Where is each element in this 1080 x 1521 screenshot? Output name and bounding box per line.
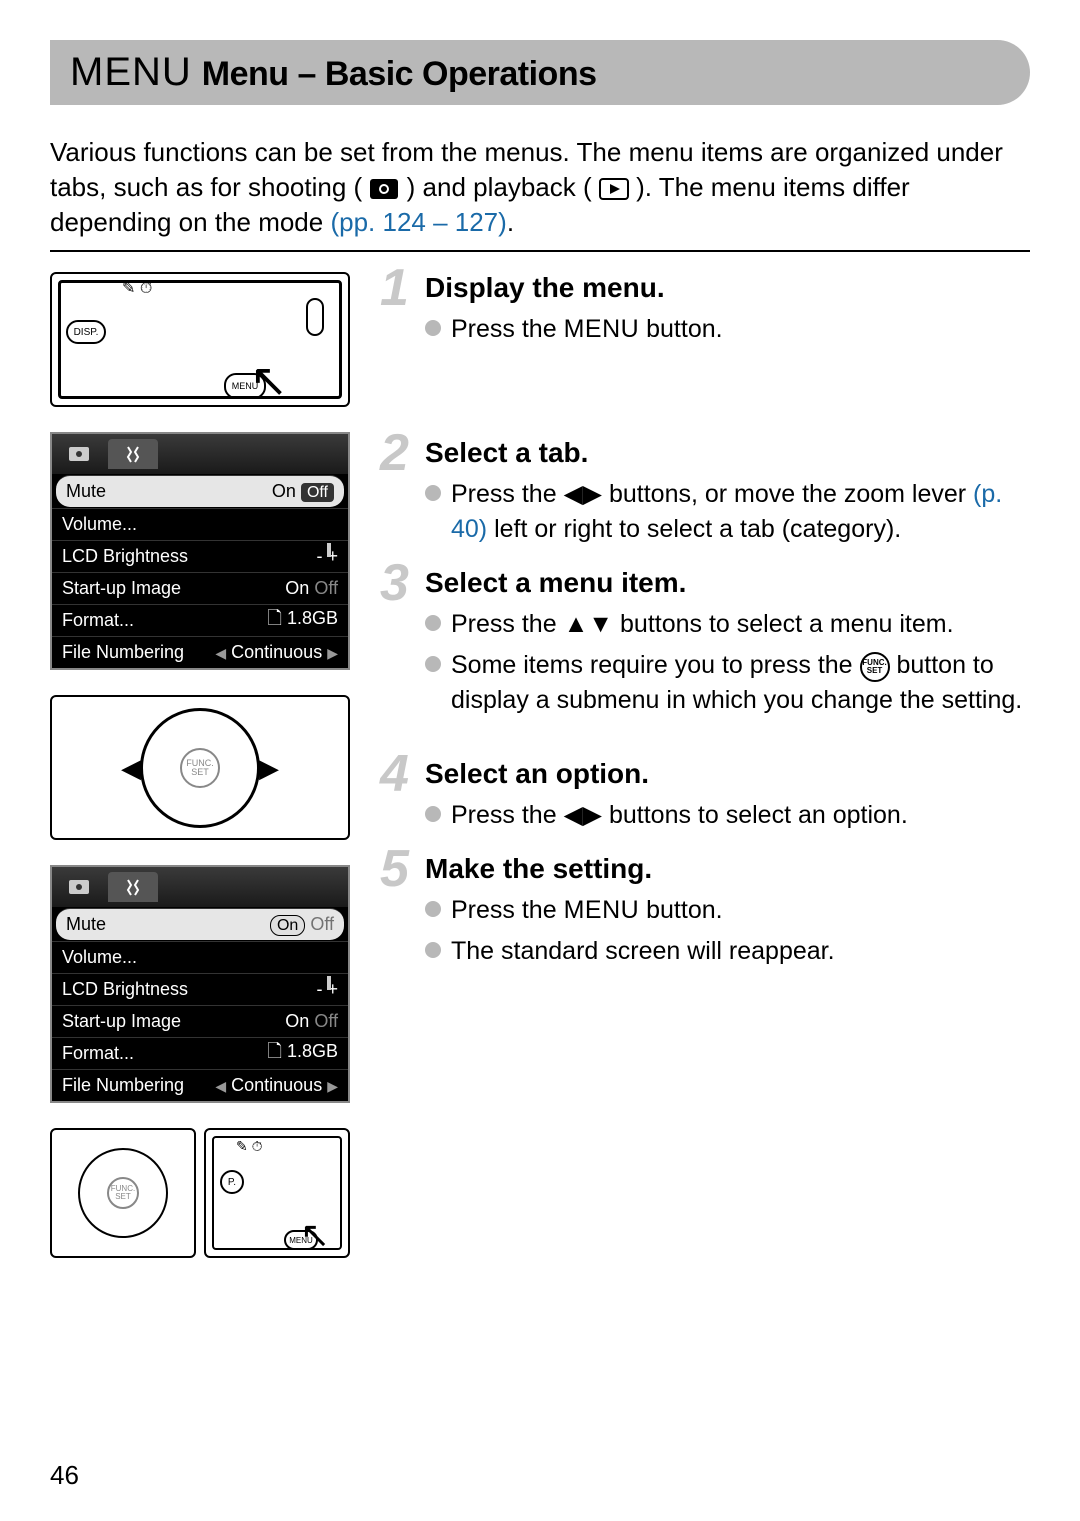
row-value: Continuous [231, 1075, 322, 1095]
func-set-button-icon: FUNC. SET [180, 748, 220, 788]
camera-back-small: P. ✎ ⏱ MENU ↖ [204, 1128, 350, 1258]
row-label: LCD Brightness [62, 979, 188, 1000]
menu-row-volume: Volume... [52, 941, 348, 973]
row-value: 1.8GB [287, 608, 338, 628]
step-detail: Press the MENU button. [425, 312, 1030, 347]
row-dim: Off [314, 578, 338, 598]
step-number: 2 [380, 427, 409, 479]
right-arrow-icon: ▶ [259, 753, 279, 784]
step-2: 2 Select a tab. Press the ◀▶ buttons, or… [380, 437, 1030, 547]
menu-row-lcd: LCD Brightness- + [52, 540, 348, 572]
row-value: On [285, 1011, 309, 1031]
settings-screen-on: Mute On Off Volume... LCD Brightness- + … [50, 865, 350, 1103]
row-value-off: Off [301, 483, 334, 502]
step-title: Select an option. [425, 758, 1030, 790]
step-number: 5 [380, 843, 409, 895]
step-title: Select a menu item. [425, 567, 1030, 599]
title-rest: Menu – Basic Operations [202, 55, 597, 94]
left-arrow-icon: ◀ [121, 753, 141, 784]
page-number: 46 [50, 1460, 79, 1491]
left-right-arrow-icon: ◀▶ [564, 801, 602, 829]
intro-text: Various functions can be set from the me… [50, 135, 1030, 240]
step-detail: Press the MENU button. [425, 893, 1030, 928]
step-detail: Press the ◀▶ buttons to select an option… [425, 798, 1030, 833]
row-value: 1.8GB [287, 1041, 338, 1061]
double-illustration: FUNC. SET P. ✎ ⏱ MENU ↖ [50, 1128, 350, 1258]
title-lead: MENU [70, 50, 192, 95]
func-set-button-icon: FUNC. SET [107, 1177, 139, 1209]
row-label: Mute [66, 914, 106, 935]
tools-tab-icon [108, 439, 158, 469]
row-value: On [285, 578, 309, 598]
menu-row-startup: Start-up Image On Off [52, 572, 348, 604]
row-value-off: Off [310, 914, 334, 934]
camera-back-illustration: ✎ ⏱ DISP. MENU ↖ [50, 272, 350, 407]
step-4: 4 Select an option. Press the ◀▶ buttons… [380, 758, 1030, 833]
menu-row-mute: Mute On Off [56, 475, 344, 507]
row-dim: Off [314, 1011, 338, 1031]
menu-row-filenum: File Numbering◀ Continuous ▶ [52, 1069, 348, 1101]
playback-icon [599, 178, 629, 200]
menu-row-format: Format...🗋 1.8GB [52, 604, 348, 636]
row-label: Format... [62, 1043, 134, 1064]
row-label: Volume... [62, 514, 137, 535]
camera-icon [369, 178, 399, 200]
step-title: Make the setting. [425, 853, 1030, 885]
shooting-tab-icon [54, 872, 104, 902]
row-label: File Numbering [62, 1075, 184, 1096]
row-label: Start-up Image [62, 1011, 181, 1032]
row-label: Mute [66, 481, 106, 502]
step-detail: Some items require you to press the FUNC… [425, 648, 1030, 718]
step-title: Display the menu. [425, 272, 1030, 304]
menu-row-volume: Volume... [52, 508, 348, 540]
step-detail: Press the ◀▶ buttons, or move the zoom l… [425, 477, 1030, 547]
menu-row-startup: Start-up Image On Off [52, 1005, 348, 1037]
step-number: 3 [380, 557, 409, 609]
left-right-arrow-icon: ◀▶ [564, 480, 602, 508]
step-5: 5 Make the setting. Press the MENU butto… [380, 853, 1030, 969]
control-wheel-small: FUNC. SET [50, 1128, 196, 1258]
illustration-column: ✎ ⏱ DISP. MENU ↖ Mute On Off Volume... L… [50, 272, 350, 1258]
step-title: Select a tab. [425, 437, 1030, 469]
menu-row-format: Format...🗋 1.8GB [52, 1037, 348, 1069]
up-down-arrow-icon: ▲▼ [564, 610, 614, 638]
row-value: Continuous [231, 642, 322, 662]
tools-tab-icon [108, 872, 158, 902]
menu-row-filenum: File Numbering◀ Continuous ▶ [52, 636, 348, 668]
row-label: Volume... [62, 947, 137, 968]
intro-end: . [507, 207, 514, 237]
row-label: LCD Brightness [62, 546, 188, 567]
steps-column: 1 Display the menu. Press the MENU butto… [380, 272, 1030, 1258]
menu-row-mute: Mute On Off [56, 908, 344, 940]
intro-part2: ) and playback ( [407, 172, 592, 202]
section-title: MENU Menu – Basic Operations [50, 40, 1030, 105]
menu-word: MENU [564, 896, 640, 924]
disp-button-icon: DISP. [66, 320, 106, 344]
step-number: 1 [380, 262, 409, 314]
settings-screen-off: Mute On Off Volume... LCD Brightness- + … [50, 432, 350, 670]
intro-page-link[interactable]: (pp. 124 – 127) [330, 207, 506, 237]
step-number: 4 [380, 748, 409, 800]
step-detail: Press the ▲▼ buttons to select a menu it… [425, 607, 1030, 642]
row-value-on: On [270, 915, 305, 936]
row-label: Start-up Image [62, 578, 181, 599]
menu-row-lcd: LCD Brightness- + [52, 973, 348, 1005]
step-3: 3 Select a menu item. Press the ▲▼ butto… [380, 567, 1030, 718]
row-value-on: On [272, 481, 296, 501]
row-label: File Numbering [62, 642, 184, 663]
step-detail: The standard screen will reappear. [425, 934, 1030, 969]
row-label: Format... [62, 610, 134, 631]
control-wheel-lr: ◀ FUNC. SET ▶ [50, 695, 350, 840]
step-1: 1 Display the menu. Press the MENU butto… [380, 272, 1030, 347]
menu-word: MENU [564, 315, 640, 343]
divider [50, 250, 1030, 252]
shooting-tab-icon [54, 439, 104, 469]
func-set-inline-icon: FUNC.SET [860, 652, 890, 682]
